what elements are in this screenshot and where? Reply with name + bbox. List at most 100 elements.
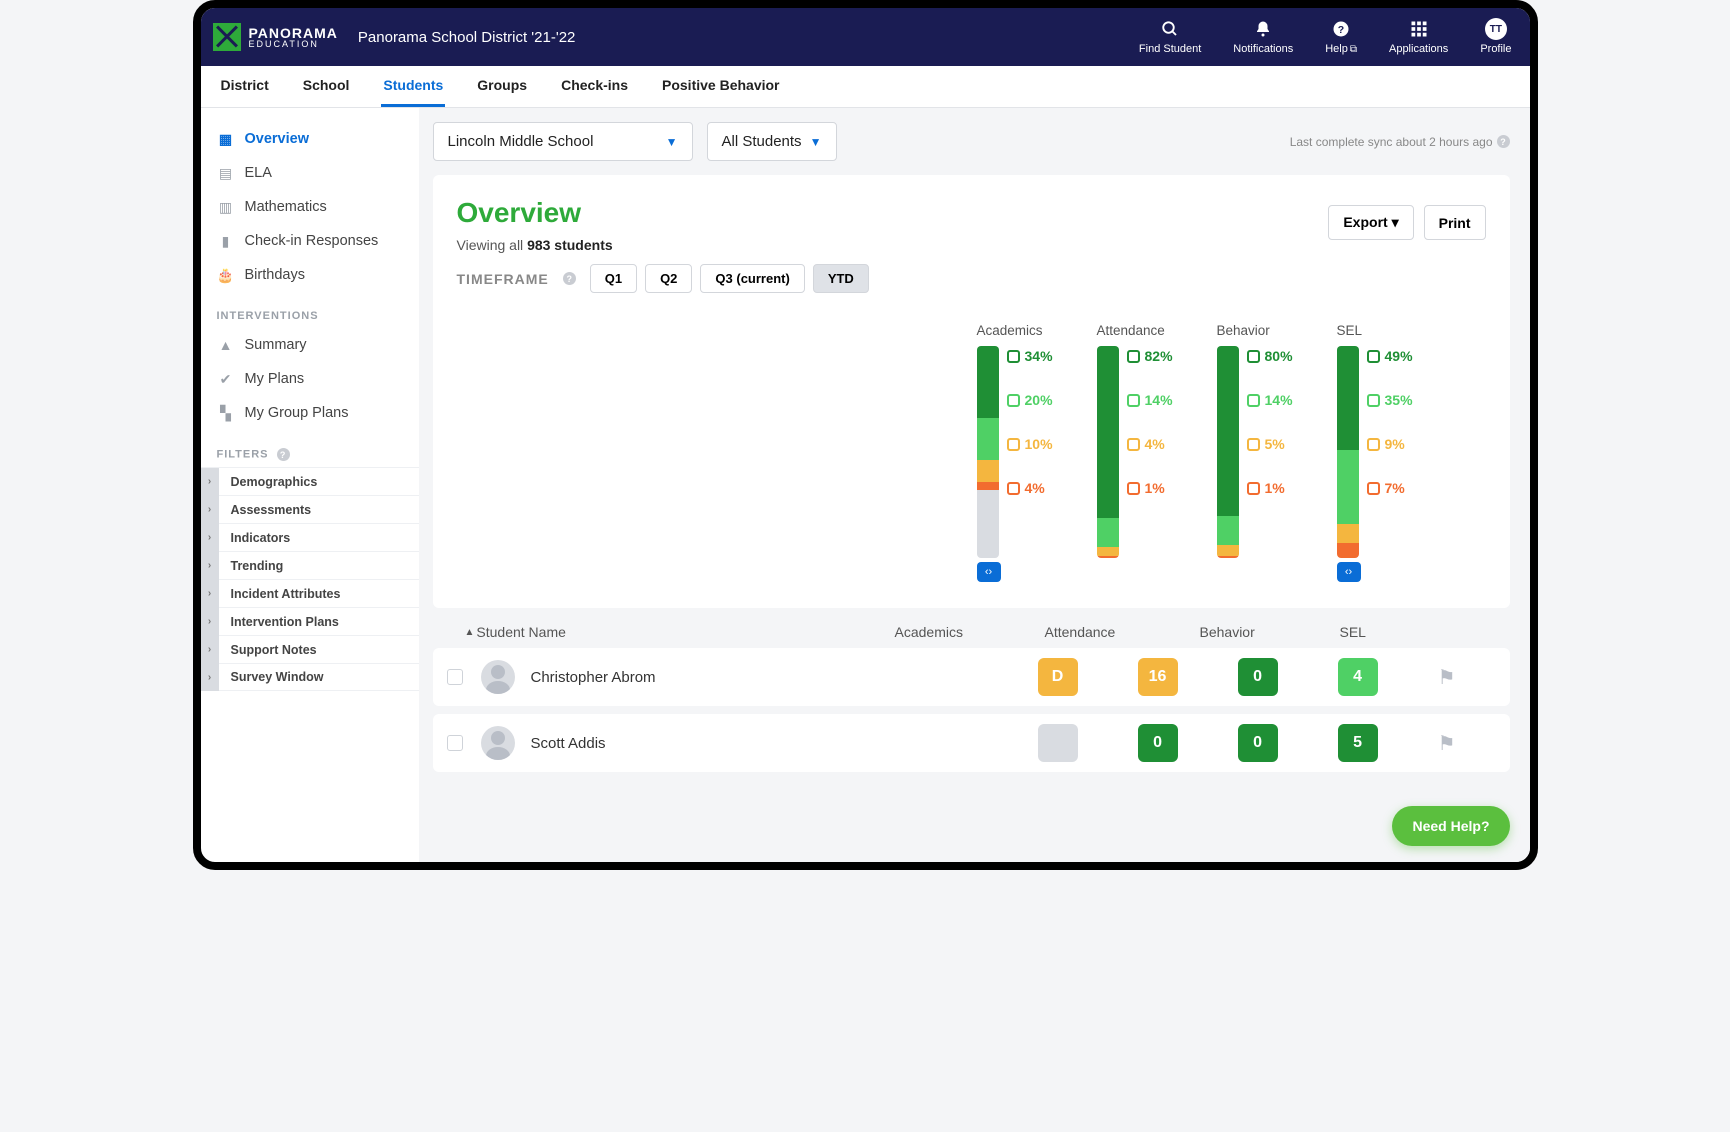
sidebar-item-my-group-plans[interactable]: ▚My Group Plans [201, 396, 419, 430]
th-attendance[interactable]: Attendance [1045, 624, 1130, 640]
bar-track [1217, 346, 1239, 558]
svg-text:?: ? [1338, 24, 1344, 36]
filter-survey-window[interactable]: ›Survey Window [201, 663, 419, 691]
checkbox[interactable] [447, 669, 463, 685]
profile-button[interactable]: TT Profile [1480, 19, 1511, 55]
legend-midhigh[interactable]: 35% [1367, 392, 1413, 408]
legend-high[interactable]: 82% [1127, 348, 1173, 364]
checkbox-icon [1247, 394, 1260, 407]
sidebar-item-overview[interactable]: ▦Overview [201, 122, 419, 156]
filter-indicators[interactable]: ›Indicators [201, 523, 419, 551]
summary-icon: ▲ [217, 336, 235, 354]
bar-track [1097, 346, 1119, 558]
th-sel[interactable]: SEL [1340, 624, 1380, 640]
info-icon[interactable]: ? [277, 448, 290, 461]
legend-high[interactable]: 80% [1247, 348, 1293, 364]
print-button[interactable]: Print [1424, 205, 1486, 240]
info-icon[interactable]: ? [1497, 135, 1510, 148]
sort-name[interactable]: ▲Student Name [465, 624, 566, 640]
filter-assessments[interactable]: ›Assessments [201, 495, 419, 523]
school-select[interactable]: Lincoln Middle School ▼ [433, 122, 693, 161]
legend-high[interactable]: 49% [1367, 348, 1413, 364]
chevron-down-icon: ▼ [810, 135, 822, 149]
expand-button[interactable]: ‹› [977, 562, 1001, 582]
checkbox-icon [1367, 350, 1380, 363]
nav-positive-behavior[interactable]: Positive Behavior [660, 67, 782, 107]
nav-district[interactable]: District [219, 67, 271, 107]
timeframe-ytd[interactable]: YTD [813, 264, 869, 293]
checkbox-icon [1367, 394, 1380, 407]
sidebar-item-summary[interactable]: ▲Summary [201, 328, 419, 362]
legend-high[interactable]: 34% [1007, 348, 1053, 364]
find-student-button[interactable]: Find Student [1139, 19, 1201, 55]
legend-midhigh[interactable]: 14% [1247, 392, 1293, 408]
filter-trending[interactable]: ›Trending [201, 551, 419, 579]
bar-track [977, 346, 999, 558]
filter-incident-attributes[interactable]: ›Incident Attributes [201, 579, 419, 607]
checkbox-icon [1007, 394, 1020, 407]
avatar [481, 726, 515, 760]
chart-behavior: Behavior80%14%5%1% [1217, 323, 1317, 582]
legend-midlow[interactable]: 4% [1127, 436, 1173, 452]
sidebar-item-check-in-responses[interactable]: ▮Check-in Responses [201, 224, 419, 258]
filter-intervention-plans[interactable]: ›Intervention Plans [201, 607, 419, 635]
avatar-initials: TT [1485, 18, 1507, 40]
timeframe-q3-current-[interactable]: Q3 (current) [700, 264, 804, 293]
nav-groups[interactable]: Groups [475, 67, 529, 107]
chevron-right-icon: › [201, 524, 219, 552]
chart-attendance: Attendance82%14%4%1% [1097, 323, 1197, 582]
overview-card: Overview Viewing all 983 students Export… [433, 175, 1510, 608]
caret-down-icon: ▾ [1392, 214, 1399, 230]
sidebar: ▦Overview▤ELA▥Mathematics▮Check-in Respo… [201, 108, 419, 862]
legend-low[interactable]: 1% [1127, 480, 1173, 496]
th-behavior[interactable]: Behavior [1200, 624, 1270, 640]
metric-attendance: 16 [1138, 658, 1178, 696]
nav-school[interactable]: School [301, 67, 352, 107]
sidebar-item-birthdays[interactable]: 🎂Birthdays [201, 258, 419, 292]
metric-attendance: 0 [1138, 724, 1178, 762]
flag-icon[interactable]: ⚑ [1438, 665, 1456, 690]
th-academics[interactable]: Academics [895, 624, 975, 640]
students-select[interactable]: All Students ▼ [707, 122, 837, 161]
sidebar-item-my-plans[interactable]: ✔My Plans [201, 362, 419, 396]
legend-midlow[interactable]: 10% [1007, 436, 1053, 452]
header-actions: Find Student Notifications ? Help⧉ Appli… [1139, 19, 1512, 55]
sidebar-item-mathematics[interactable]: ▥Mathematics [201, 190, 419, 224]
logo-sub: EDUCATION [249, 40, 338, 49]
flag-icon[interactable]: ⚑ [1438, 731, 1456, 756]
nav-check-ins[interactable]: Check-ins [559, 67, 630, 107]
need-help-button[interactable]: Need Help? [1392, 806, 1509, 846]
overview-icon: ▦ [217, 130, 235, 148]
student-row[interactable]: Scott Addis005⚑ [433, 714, 1510, 772]
notifications-button[interactable]: Notifications [1233, 19, 1293, 55]
help-button[interactable]: ? Help⧉ [1325, 19, 1357, 55]
nav-students[interactable]: Students [381, 67, 445, 107]
expand-button[interactable]: ‹› [1337, 562, 1361, 582]
timeframe-label: TIMEFRAME [457, 271, 549, 287]
birthday-icon: 🎂 [217, 266, 235, 284]
legend-midhigh[interactable]: 20% [1007, 392, 1053, 408]
filter-demographics[interactable]: ›Demographics [201, 467, 419, 495]
legend-midlow[interactable]: 5% [1247, 436, 1293, 452]
metric-sel: 4 [1338, 658, 1378, 696]
student-row[interactable]: Christopher AbromD1604⚑ [433, 648, 1510, 706]
chevron-right-icon: › [201, 608, 219, 636]
applications-button[interactable]: Applications [1389, 19, 1448, 55]
metric-academics: D [1038, 658, 1078, 696]
legend-low[interactable]: 4% [1007, 480, 1053, 496]
legend-low[interactable]: 1% [1247, 480, 1293, 496]
student-name: Scott Addis [531, 735, 606, 752]
metric-behavior: 0 [1238, 658, 1278, 696]
timeframe-q2[interactable]: Q2 [645, 264, 692, 293]
legend-midlow[interactable]: 9% [1367, 436, 1413, 452]
filter-support-notes[interactable]: ›Support Notes [201, 635, 419, 663]
legend-low[interactable]: 7% [1367, 480, 1413, 496]
timeframe-q1[interactable]: Q1 [590, 264, 637, 293]
sidebar-item-ela[interactable]: ▤ELA [201, 156, 419, 190]
checkbox[interactable] [447, 735, 463, 751]
product-logo[interactable]: PANORAMA EDUCATION [213, 23, 338, 51]
export-button[interactable]: Export ▾ [1328, 205, 1413, 240]
chevron-right-icon: › [201, 636, 219, 664]
legend-midhigh[interactable]: 14% [1127, 392, 1173, 408]
info-icon[interactable]: ? [563, 272, 576, 285]
